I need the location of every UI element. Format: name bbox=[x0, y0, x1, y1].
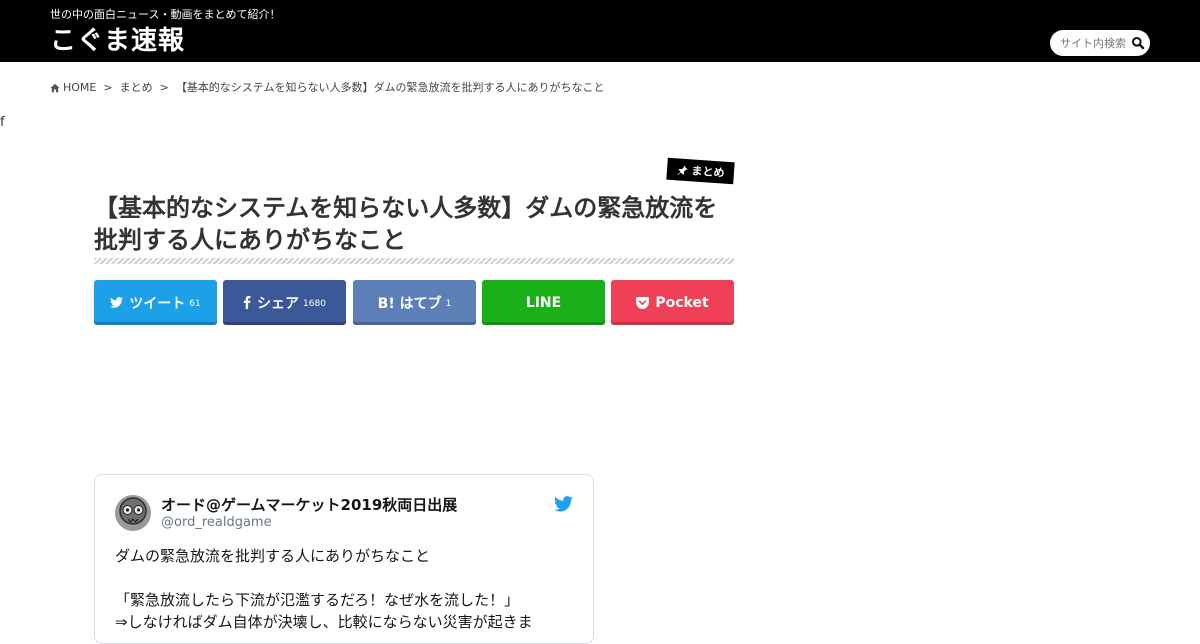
facebook-icon bbox=[243, 296, 251, 309]
pocket-label: Pocket bbox=[655, 294, 709, 311]
title-underline bbox=[94, 258, 734, 264]
breadcrumb-home[interactable]: HOME bbox=[63, 80, 96, 96]
line-share-label: LINE bbox=[525, 294, 562, 311]
pocket-icon bbox=[636, 296, 650, 309]
tweet-line-gap bbox=[115, 567, 575, 589]
breadcrumb-separator: > bbox=[159, 81, 169, 94]
twitter-bird-icon[interactable] bbox=[554, 496, 573, 512]
search-input[interactable] bbox=[1060, 34, 1130, 52]
facebook-share-button[interactable]: シェア 1680 bbox=[223, 280, 346, 325]
tweet-button[interactable]: ツイート 61 bbox=[94, 280, 217, 325]
category-badge[interactable]: まとめ bbox=[666, 157, 735, 185]
avatar[interactable] bbox=[115, 495, 151, 531]
tweet-button-label: ツイート bbox=[129, 295, 186, 312]
stray-text: f bbox=[0, 115, 5, 130]
tweet-text: ダムの緊急放流を批判する人にありがちなこと 「緊急放流したら下流が氾濫するだろ！… bbox=[115, 545, 575, 633]
breadcrumb-current: 【基本的なシステムを知らない人多数】ダムの緊急放流を批判する人にありがちなこと bbox=[175, 81, 605, 94]
breadcrumb-separator: > bbox=[103, 81, 113, 94]
line-share-button[interactable]: LINE bbox=[482, 280, 605, 325]
breadcrumb: HOME > まとめ > 【基本的なシステムを知らない人多数】ダムの緊急放流を批… bbox=[50, 80, 604, 96]
tweet-line: 「緊急放流したら下流が氾濫するだろ！なぜ水を流した！」 bbox=[115, 591, 520, 609]
pin-icon bbox=[677, 164, 688, 175]
site-header: 世の中の面白ニュース・動画をまとめて紹介！ こぐま速報 bbox=[0, 0, 1200, 62]
tweet-author-handle[interactable]: @ord_realdgame bbox=[161, 515, 272, 531]
hatena-bookmark-label: B! はてブ bbox=[377, 295, 442, 312]
site-tagline: 世の中の面白ニュース・動画をまとめて紹介！ bbox=[50, 8, 281, 21]
site-logo[interactable]: こぐま速報 bbox=[50, 24, 185, 58]
search-box[interactable] bbox=[1050, 30, 1150, 56]
breadcrumb-category[interactable]: まとめ bbox=[120, 80, 153, 96]
search-icon[interactable] bbox=[1131, 36, 1145, 50]
embedded-tweet[interactable]: オード@ゲームマーケット2019秋両日出展 @ord_realdgame ダムの… bbox=[94, 474, 594, 644]
tweet-count: 61 bbox=[189, 299, 201, 309]
facebook-share-label: シェア bbox=[257, 295, 300, 312]
hatena-bookmark-count: 1 bbox=[445, 299, 452, 309]
twitter-icon bbox=[110, 297, 124, 308]
article-title: 【基本的なシステムを知らない人多数】ダムの緊急放流を批判する人にありがちなこと bbox=[94, 194, 718, 254]
home-icon bbox=[50, 83, 60, 93]
tweet-line: ダムの緊急放流を批判する人にありがちなこと bbox=[115, 547, 431, 565]
pocket-button[interactable]: Pocket bbox=[611, 280, 734, 325]
category-badge-label: まとめ bbox=[691, 164, 725, 180]
tweet-author-name[interactable]: オード@ゲームマーケット2019秋両日出展 bbox=[161, 495, 457, 515]
facebook-share-count: 1680 bbox=[303, 299, 326, 309]
hatena-bookmark-button[interactable]: B! はてブ 1 bbox=[353, 280, 476, 325]
